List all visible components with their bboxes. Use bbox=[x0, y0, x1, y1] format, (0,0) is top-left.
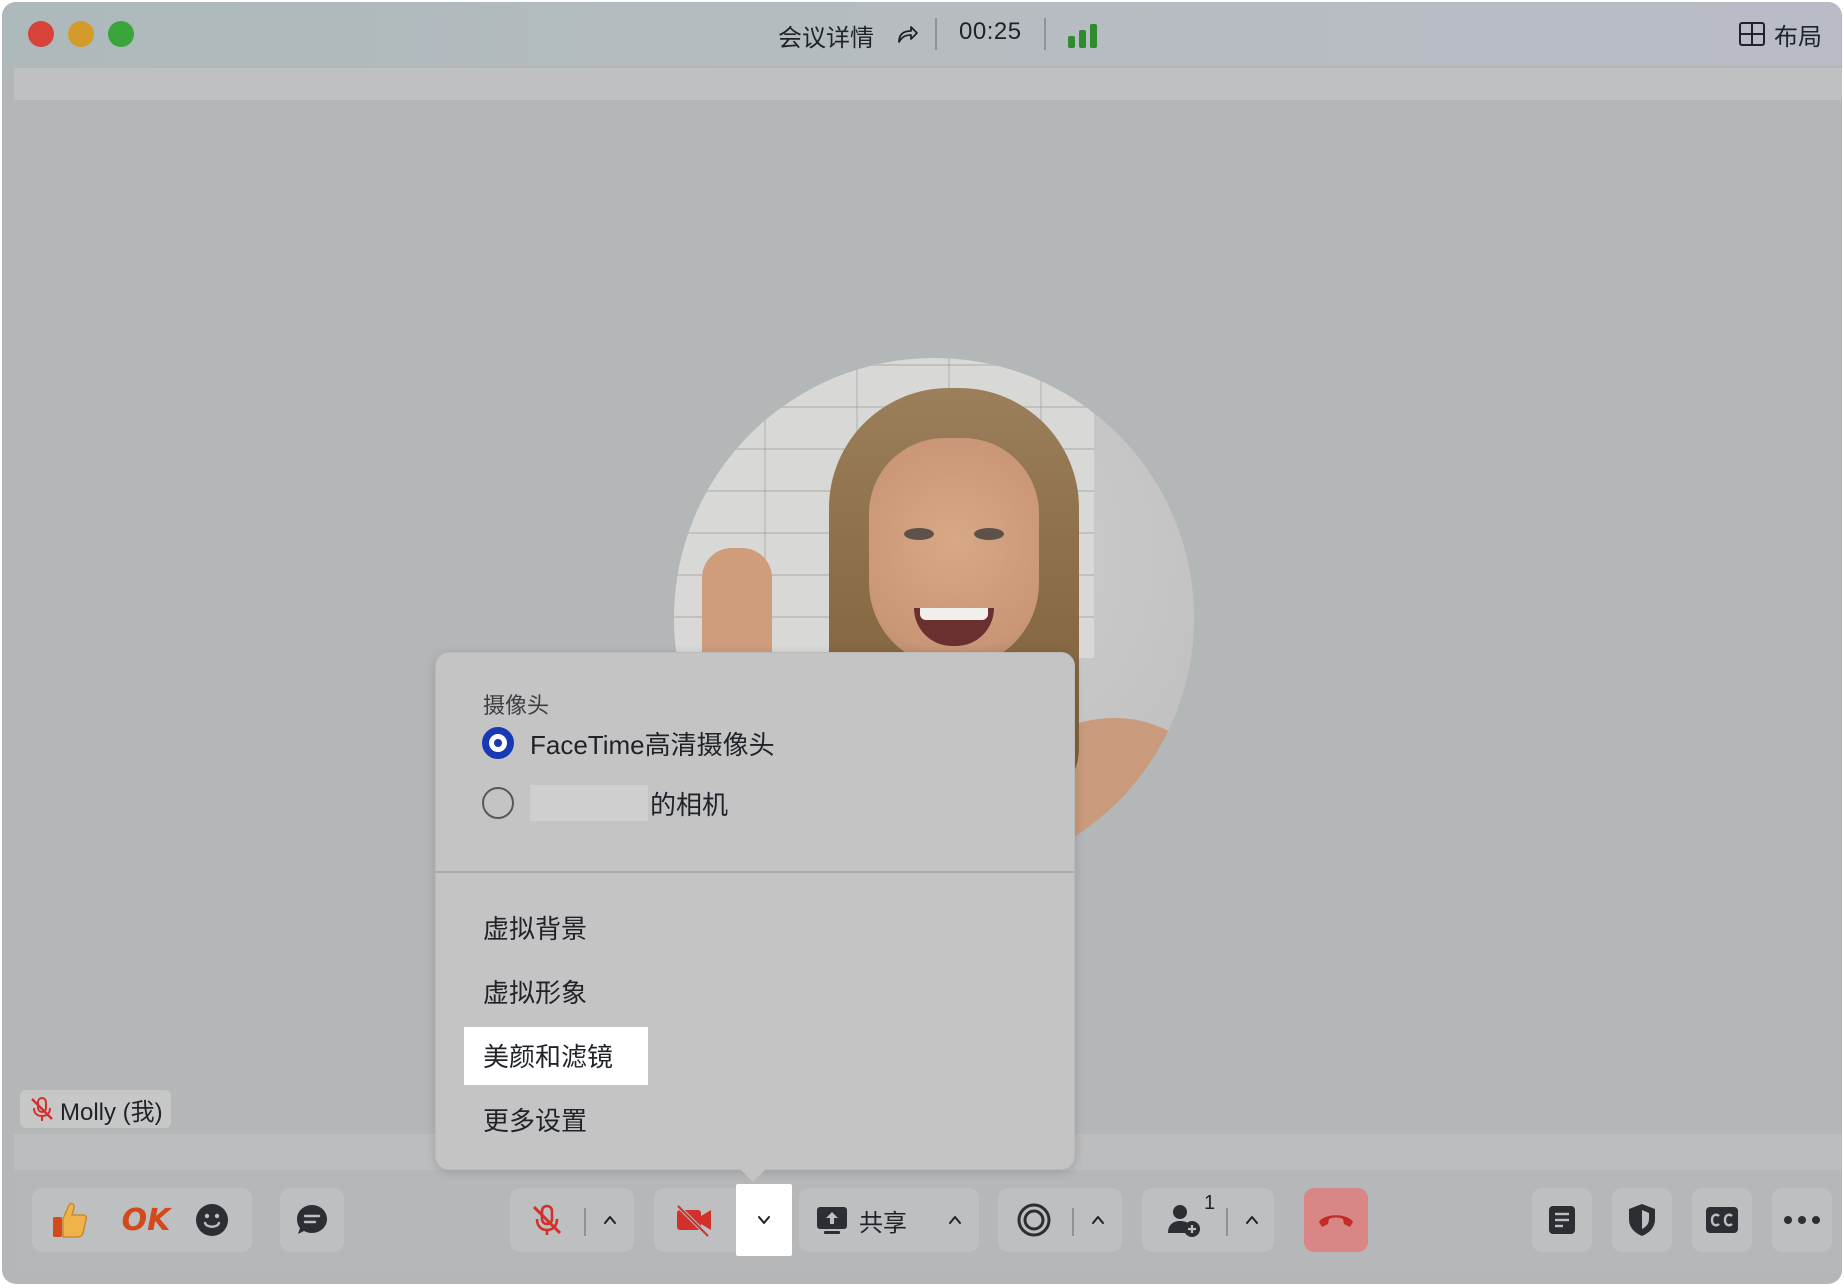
record-icon bbox=[1017, 1203, 1051, 1237]
menu-item-virtual-background[interactable]: 虚拟背景 bbox=[483, 909, 587, 946]
record-button[interactable] bbox=[1006, 1188, 1062, 1252]
security-button[interactable] bbox=[1612, 1188, 1672, 1252]
menu-item-beauty-filters[interactable]: 美颜和滤镜 bbox=[464, 1027, 648, 1085]
share-label: 共享 bbox=[859, 1209, 907, 1237]
chevron-up-icon bbox=[949, 1216, 961, 1224]
group-separator bbox=[1072, 1208, 1074, 1236]
share-group: 共享 bbox=[799, 1188, 979, 1252]
video-top-strip bbox=[14, 68, 1842, 100]
title-center: 会议详情 00:25 bbox=[2, 2, 1842, 66]
menu-divider bbox=[436, 871, 1074, 873]
participants-options-button[interactable] bbox=[1236, 1188, 1268, 1252]
hang-up-icon bbox=[1319, 1215, 1353, 1227]
chat-button[interactable] bbox=[280, 1188, 344, 1252]
add-participant-icon bbox=[1168, 1205, 1200, 1237]
share-screen-icon bbox=[817, 1207, 847, 1234]
share-options-button[interactable] bbox=[939, 1188, 971, 1252]
record-group bbox=[998, 1188, 1122, 1252]
menu-pointer bbox=[739, 1168, 767, 1182]
camera-toggle-button[interactable] bbox=[664, 1188, 724, 1252]
camera-option-facetime[interactable]: FaceTime高清摄像头 bbox=[482, 725, 775, 761]
share-link-icon[interactable] bbox=[895, 22, 919, 46]
participants-button[interactable]: 1 bbox=[1152, 1188, 1216, 1252]
menu-item-more-settings[interactable]: 更多设置 bbox=[483, 1101, 587, 1138]
leave-meeting-button[interactable] bbox=[1304, 1188, 1368, 1252]
title-separator bbox=[935, 18, 937, 50]
camera-off-icon bbox=[676, 1204, 711, 1238]
mic-muted-icon bbox=[532, 1204, 562, 1235]
self-name-tag: Molly (我) bbox=[20, 1090, 171, 1128]
mic-group bbox=[510, 1188, 634, 1252]
menu-item-avatar[interactable]: 虚拟形象 bbox=[483, 973, 587, 1010]
title-separator bbox=[1044, 18, 1046, 50]
more-icon bbox=[1784, 1216, 1820, 1224]
chevron-up-icon bbox=[604, 1216, 616, 1224]
record-options-button[interactable] bbox=[1082, 1188, 1114, 1252]
participants-group: 1 bbox=[1142, 1188, 1274, 1252]
title-bar: 会议详情 00:25 布局 bbox=[2, 2, 1842, 66]
more-options-button[interactable] bbox=[1772, 1188, 1832, 1252]
smile-icon bbox=[196, 1204, 228, 1236]
camera-options-button[interactable] bbox=[736, 1184, 792, 1256]
radio-unselected-icon bbox=[482, 787, 514, 819]
emoji-reaction-button[interactable] bbox=[190, 1188, 234, 1252]
chevron-up-icon bbox=[1246, 1216, 1258, 1224]
camera-option-other[interactable]: 的相机 bbox=[482, 785, 728, 821]
ok-reaction-button[interactable]: OK bbox=[118, 1188, 174, 1252]
group-separator bbox=[1226, 1208, 1228, 1236]
camera-options-menu: 摄像头 FaceTime高清摄像头 的相机 虚拟背景 虚拟形象 美颜和滤镜 更多… bbox=[435, 652, 1075, 1170]
notes-button[interactable] bbox=[1532, 1188, 1592, 1252]
mic-options-button[interactable] bbox=[594, 1188, 626, 1252]
network-signal-icon[interactable] bbox=[1068, 20, 1098, 48]
layout-button[interactable]: 布局 bbox=[1738, 16, 1822, 52]
meeting-details-link[interactable]: 会议详情 bbox=[778, 18, 874, 53]
camera-option-label: 的相机 bbox=[650, 789, 729, 820]
meeting-window: 会议详情 00:25 布局 Molly (我) OK 共享 1 摄像头 Face… bbox=[2, 2, 1842, 1284]
menu-item-label: 美颜和滤镜 bbox=[483, 1042, 614, 1072]
grid-layout-icon bbox=[1739, 22, 1765, 46]
chevron-up-icon bbox=[1092, 1216, 1104, 1224]
closed-captions-icon bbox=[1706, 1207, 1738, 1233]
chat-icon bbox=[297, 1205, 327, 1234]
meeting-toolbar: OK 共享 1 bbox=[14, 1170, 1842, 1274]
reactions-group: OK bbox=[32, 1188, 252, 1252]
chevron-down-icon bbox=[758, 1216, 770, 1224]
layout-label: 布局 bbox=[1774, 23, 1822, 51]
camera-option-label: FaceTime高清摄像头 bbox=[530, 729, 775, 760]
ok-reaction-label: OK bbox=[121, 1202, 171, 1238]
share-screen-button[interactable]: 共享 bbox=[815, 1188, 925, 1252]
thumbs-up-reaction-button[interactable] bbox=[46, 1188, 94, 1252]
thumbs-up-icon bbox=[53, 1202, 88, 1238]
meeting-timer: 00:25 bbox=[959, 18, 1022, 45]
redacted-device-name bbox=[530, 785, 648, 821]
notes-icon bbox=[1549, 1206, 1575, 1234]
captions-button[interactable] bbox=[1692, 1188, 1752, 1252]
participants-count: 1 bbox=[1204, 1192, 1216, 1214]
camera-section-heading: 摄像头 bbox=[483, 693, 550, 718]
self-name: Molly (我) bbox=[60, 1098, 163, 1126]
shield-icon bbox=[1629, 1204, 1655, 1236]
group-separator bbox=[584, 1208, 586, 1236]
mute-toggle-button[interactable] bbox=[520, 1188, 574, 1252]
radio-selected-icon bbox=[482, 727, 514, 759]
mic-muted-icon bbox=[31, 1097, 53, 1121]
